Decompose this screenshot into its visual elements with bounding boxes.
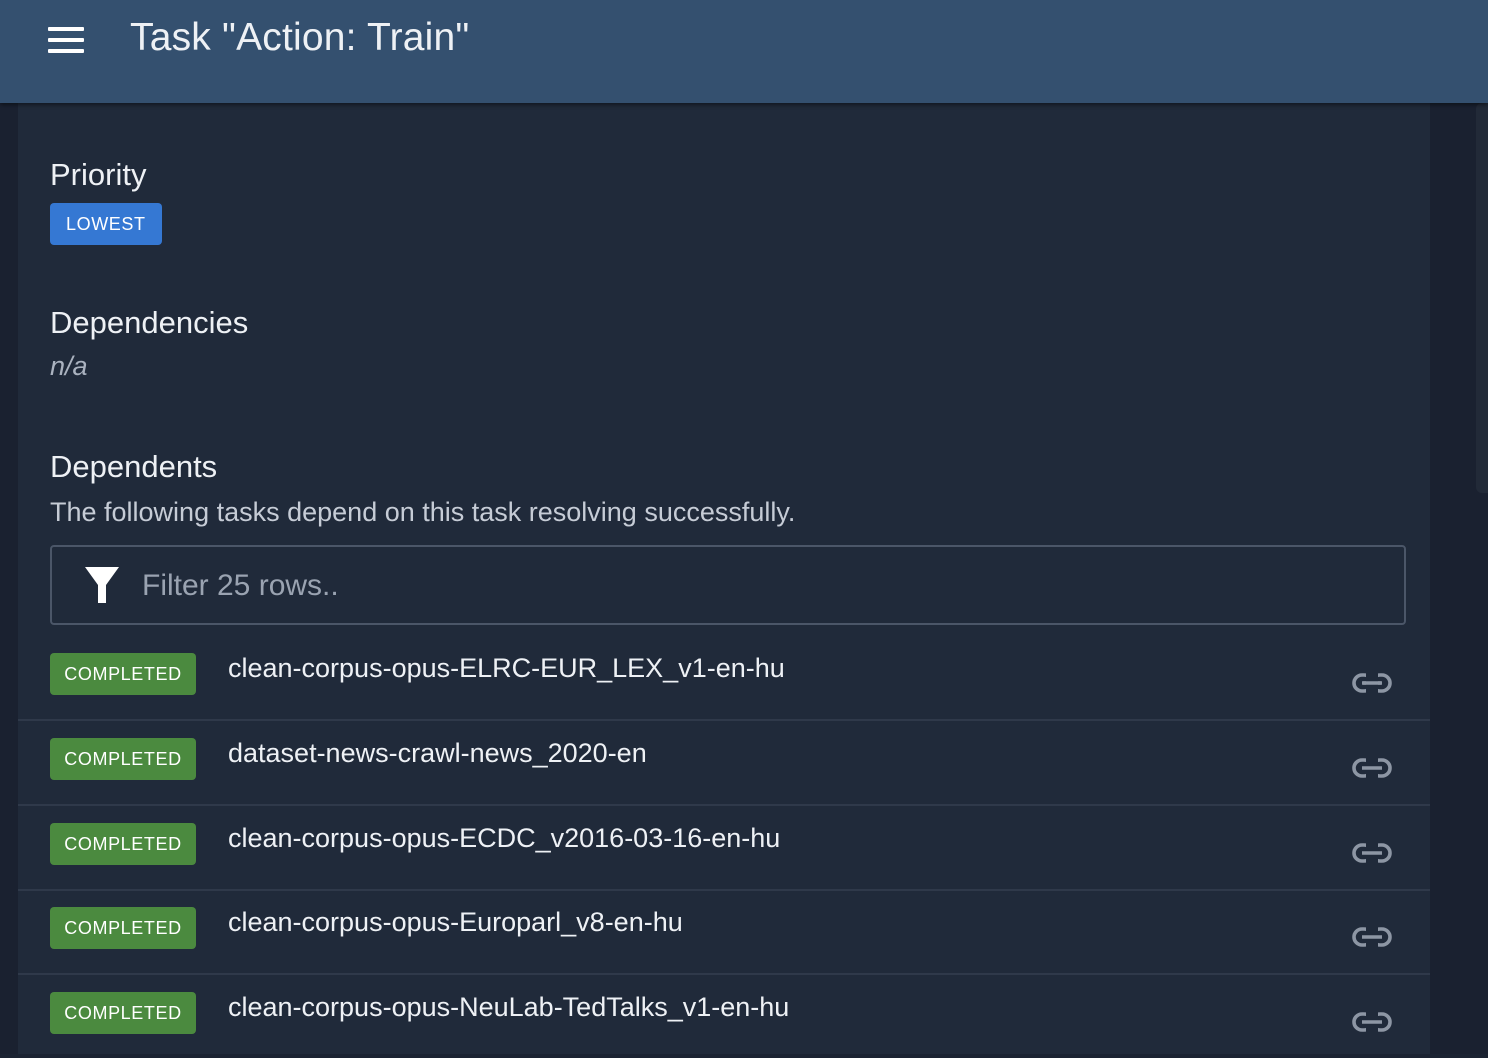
task-name-link[interactable]: clean-corpus-opus-NeuLab-TedTalks_v1-en-… [228,992,789,1023]
status-badge: COMPLETED [50,738,196,780]
link-icon[interactable] [1350,661,1394,705]
dependent-row[interactable]: COMPLETED clean-corpus-opus-Europarl_v8-… [18,889,1430,975]
task-details-card: Priority LOWEST Dependencies n/a Depende… [18,103,1430,1054]
menu-button[interactable] [36,18,96,64]
menu-icon-bar [48,49,84,53]
dependencies-value: n/a [50,351,88,381]
app-bar: Task "Action: Train" [0,0,1488,103]
scrollbar[interactable] [1476,103,1488,493]
priority-heading: Priority [50,157,147,192]
dependent-row[interactable]: COMPLETED clean-corpus-opus-NeuLab-TedTa… [18,974,1430,1058]
task-name-link[interactable]: clean-corpus-opus-ECDC_v2016-03-16-en-hu [228,823,780,854]
dependent-row[interactable]: COMPLETED clean-corpus-opus-ELRC-EUR_LEX… [18,635,1430,721]
priority-badge: LOWEST [50,203,162,245]
status-badge: COMPLETED [50,653,196,695]
filter-input[interactable] [140,547,1384,625]
link-icon[interactable] [1350,1000,1394,1044]
link-icon[interactable] [1350,915,1394,959]
menu-icon-bar [48,38,84,42]
dependents-description: The following tasks depend on this task … [50,497,796,527]
status-badge: COMPLETED [50,992,196,1034]
link-icon[interactable] [1350,831,1394,875]
dependents-heading: Dependents [50,449,218,484]
task-name-link[interactable]: clean-corpus-opus-Europarl_v8-en-hu [228,907,683,938]
dependent-row[interactable]: COMPLETED clean-corpus-opus-ECDC_v2016-0… [18,805,1430,891]
status-badge: COMPLETED [50,907,196,949]
dependencies-heading: Dependencies [50,305,249,340]
task-name-link[interactable]: clean-corpus-opus-ELRC-EUR_LEX_v1-en-hu [228,653,785,684]
link-icon[interactable] [1350,746,1394,790]
page-title: Task "Action: Train" [130,16,470,59]
menu-icon-bar [48,27,84,31]
dependent-row[interactable]: COMPLETED dataset-news-crawl-news_2020-e… [18,720,1430,806]
task-name-link[interactable]: dataset-news-crawl-news_2020-en [228,738,647,769]
status-badge: COMPLETED [50,823,196,865]
filter-icon [85,567,119,603]
filter-field[interactable] [50,545,1406,625]
